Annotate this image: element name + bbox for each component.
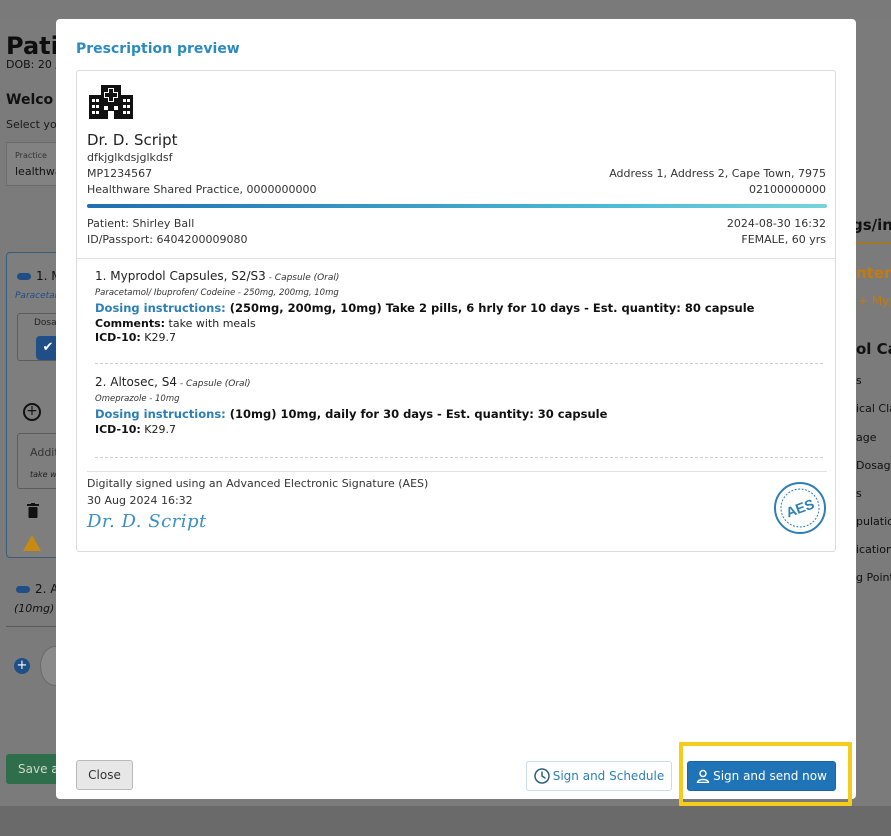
top-bar <box>0 0 891 18</box>
bg-right-myp: + Myp <box>858 294 891 308</box>
bg-right-item: age <box>856 431 877 444</box>
bg-med1-sub: Paracetar <box>15 291 59 301</box>
item-comments: Comments: take with meals <box>95 317 256 330</box>
bg-welcome: Welco <box>6 92 54 108</box>
doctor-name: Dr. D. Script <box>87 131 178 149</box>
item-title: 1. Myprodol Capsules, S2/S3 - Capsule (O… <box>95 269 340 283</box>
item-ingredients: Omeprazole - 10mg <box>95 394 180 404</box>
separator <box>77 258 835 259</box>
user-icon <box>696 769 710 783</box>
bg-right-item: s <box>856 374 862 387</box>
patient-name: Patient: Shirley Ball <box>87 217 195 230</box>
bg-right-interactions: nter <box>856 264 891 282</box>
prescription-item: 2. Altosec, S4 - Capsule (Oral) Omeprazo… <box>95 374 825 437</box>
trash-icon[interactable] <box>27 503 39 522</box>
bg-right-item: ical Cla <box>856 402 891 415</box>
header-divider-bar <box>87 204 827 208</box>
bg-right-item: g Point <box>856 571 891 584</box>
bg-med1-title: 1. M <box>17 269 62 283</box>
doctor-registration: MP1234567 <box>87 167 153 180</box>
separator <box>87 471 827 472</box>
item-dosing: Dosing instructions: (10mg) 10mg, daily … <box>95 407 608 421</box>
patient-id: ID/Passport: 6404200009080 <box>87 233 248 246</box>
item-icd: ICD-10: K29.7 <box>95 331 176 344</box>
add-item-icon[interactable]: + <box>14 658 30 674</box>
doctor-phone: 02100000000 <box>749 183 826 196</box>
doctor-practice: Healthware Shared Practice, 0000000000 <box>87 183 317 196</box>
item-dosing: Dosing instructions: (250mg, 200mg, 10mg… <box>95 301 755 315</box>
patient-gender-age: FEMALE, 60 yrs <box>741 233 826 246</box>
hospital-icon <box>87 83 135 123</box>
doctor-address: Address 1, Address 2, Cape Town, 7975 <box>609 167 826 180</box>
bg-practice-value: lealthwa <box>15 165 62 178</box>
doctor-line1: dfkjglkdsjglkdsf <box>87 151 173 164</box>
bg-right-item: ication <box>856 543 891 556</box>
prescription-document: Dr. D. Script dfkjglkdsjglkdsf MP1234567… <box>76 70 836 552</box>
bg-page-title: Pati <box>6 32 59 60</box>
close-button[interactable]: Close <box>76 760 133 790</box>
aes-seal-icon: AES <box>773 481 827 539</box>
bottom-bar <box>0 806 891 836</box>
bg-right-item: Dosag <box>856 459 891 472</box>
item-separator <box>95 457 823 458</box>
signature-statement: Digitally signed using an Advanced Elect… <box>87 477 429 490</box>
pill-icon <box>16 586 30 593</box>
signature-date: 30 Aug 2024 16:32 <box>87 494 193 507</box>
warning-icon <box>23 535 41 551</box>
bg-select-text: Select yo <box>6 118 57 131</box>
prescription-preview-modal: Prescription preview Dr. D. Script dfkjg… <box>56 19 856 799</box>
signature-script: Dr. D. Script <box>87 511 207 532</box>
prescription-datetime: 2024-08-30 16:32 <box>726 217 826 230</box>
item-icd: ICD-10: K29.7 <box>95 423 176 436</box>
bg-right-item: s <box>856 487 862 500</box>
bg-med2-title: 2. A <box>16 582 58 596</box>
sign-and-schedule-button[interactable]: Sign and Schedule <box>526 761 672 791</box>
bg-practice-label: Practice <box>15 151 47 160</box>
clock-icon <box>533 768 550 784</box>
pill-icon <box>17 273 31 280</box>
sign-and-send-now-button[interactable]: Sign and send now <box>687 761 836 791</box>
bg-right-section: ol Ca <box>856 340 891 358</box>
item-separator <box>95 363 823 364</box>
bg-dob: DOB: 20 / <box>6 58 60 71</box>
bg-right-item: pulation <box>856 515 891 528</box>
add-circle-icon[interactable]: + <box>23 403 41 421</box>
bg-right-title: gs/in <box>852 216 891 234</box>
item-ingredients: Paracetamol/ Ibuprofen/ Codeine - 250mg,… <box>95 288 339 298</box>
item-title: 2. Altosec, S4 - Capsule (Oral) <box>95 375 251 389</box>
bg-right-rule <box>852 242 891 244</box>
bg-dosage-label: Dosa <box>34 318 57 328</box>
modal-title: Prescription preview <box>76 41 240 57</box>
prescription-item: 1. Myprodol Capsules, S2/S3 - Capsule (O… <box>95 268 825 345</box>
